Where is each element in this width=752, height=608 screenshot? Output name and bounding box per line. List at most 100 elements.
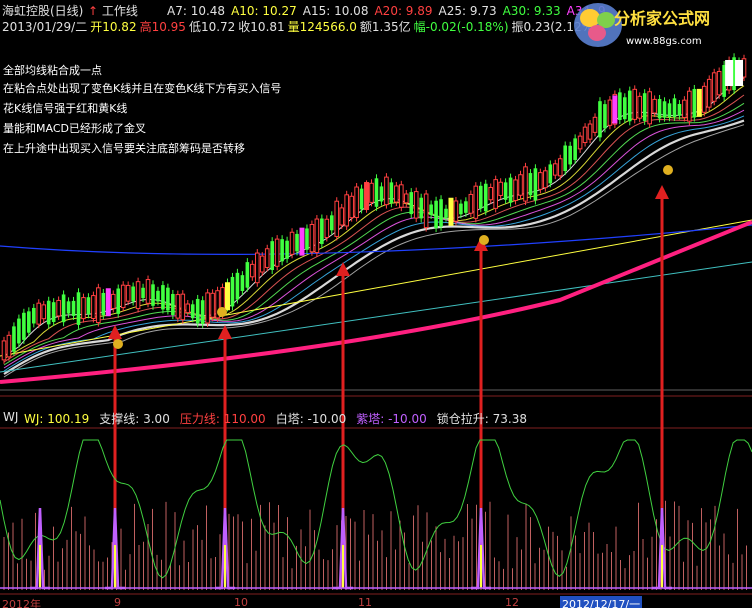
candle-body <box>657 98 662 119</box>
info-value-2: 高10.95 <box>139 20 186 34</box>
candle-body <box>280 239 284 262</box>
candle-body <box>374 178 379 207</box>
candle-body <box>508 177 513 203</box>
candle-body <box>394 185 399 203</box>
candle-body <box>582 126 588 144</box>
candle-body <box>27 311 31 333</box>
candle-body <box>488 187 494 201</box>
candle-body <box>175 294 181 319</box>
candle-body <box>320 218 324 244</box>
candle-body <box>190 304 195 319</box>
indicator-name: WJ <box>3 410 19 424</box>
candle-body <box>687 90 692 122</box>
candle-body <box>76 292 81 325</box>
candle-body <box>210 292 215 318</box>
candle-body <box>548 164 553 184</box>
candle-body <box>513 179 518 201</box>
candle-body <box>672 98 677 117</box>
candle-body <box>557 158 563 177</box>
site-logo: 分析家公式网 www.88gs.com <box>560 0 752 56</box>
candle-body <box>682 99 687 118</box>
candle-body <box>459 203 463 215</box>
signal-candle <box>224 282 230 311</box>
ma-value-5: A30: 9.33 <box>502 4 561 18</box>
ma-value-1: A10: 10.27 <box>231 4 297 18</box>
candle-body <box>339 207 345 226</box>
candle-body <box>598 101 602 138</box>
candle-body <box>161 285 165 310</box>
candle-body <box>116 288 121 314</box>
candle-body <box>145 279 151 304</box>
note-5: 在上升途中出现买入信号要关注底部筹码是否转移 <box>3 142 245 155</box>
candle-body <box>156 290 160 302</box>
candle-body <box>245 262 250 288</box>
candle-body <box>692 88 697 118</box>
candle-body <box>498 181 503 196</box>
candle-body <box>543 170 548 189</box>
candle-body <box>12 326 16 352</box>
candle-body <box>528 173 533 196</box>
info-value-7: 幅-0.02(-0.18%) <box>413 20 509 34</box>
signal-candle <box>299 227 305 256</box>
indicator-values-row: WJ: 100.19 支撑线: 3.00 压力线: 110.00 白塔: -10.00… <box>24 410 537 427</box>
candle-body <box>523 166 528 202</box>
svg-text:分析家公式网: 分析家公式网 <box>614 9 710 28</box>
info-value-3: 低10.72 <box>188 20 236 34</box>
candle-body <box>647 91 652 125</box>
info-value-6: 额1.35亿 <box>359 20 411 34</box>
candle-body <box>344 194 349 227</box>
candle-body <box>632 88 638 120</box>
candle-body <box>6 334 12 358</box>
candle-body <box>623 97 627 120</box>
candle-body <box>603 104 607 129</box>
info-value-1: 开10.82 <box>90 20 137 34</box>
candle-body <box>667 103 672 118</box>
info-value-0: 2013/01/29/二 <box>2 20 88 34</box>
candle-body <box>274 238 280 267</box>
candle-body <box>185 303 191 314</box>
candle-body <box>413 191 419 219</box>
price-info-row: 2013/01/29/二 开10.82 高10.95 低10.72 收10.81 量124… <box>2 20 601 34</box>
candle-body <box>324 218 330 239</box>
candle-body <box>61 294 66 323</box>
candle-body <box>552 163 558 176</box>
candle-body <box>716 71 722 96</box>
info-value-4: 收10.81 <box>238 20 285 34</box>
candle-body <box>637 95 643 119</box>
candle-body <box>662 101 667 118</box>
signal-candle <box>364 182 370 211</box>
buy-marker-icon <box>663 165 673 175</box>
candle-body <box>577 135 583 150</box>
candle-body <box>518 174 523 196</box>
candle-body <box>110 293 116 309</box>
ma-value-4: A25: 9.73 <box>438 4 497 18</box>
candle-body <box>131 286 135 302</box>
indicator-value-5: 锁仓拉升: 73.38 <box>436 412 527 426</box>
candle-body <box>101 292 106 316</box>
candle-body <box>166 287 170 311</box>
candle-body <box>563 145 568 172</box>
candle-body <box>46 300 51 325</box>
candle-body <box>389 182 394 204</box>
candle-body <box>305 228 309 250</box>
candle-body <box>180 293 186 321</box>
candle-body <box>369 182 374 203</box>
candle-body <box>349 195 354 219</box>
long-ma-cyan <box>0 261 752 373</box>
candle-body <box>399 184 404 208</box>
candle-body <box>96 287 101 324</box>
candle-body <box>592 116 598 133</box>
x-label-3: 11 <box>358 596 372 608</box>
note-3: 花K线信号强于红和黄K线 <box>3 102 128 115</box>
candle-body <box>478 185 483 209</box>
candle-body <box>86 297 91 315</box>
candle-body <box>295 233 299 252</box>
buy-marker-icon <box>113 339 123 349</box>
candle-body <box>205 292 210 324</box>
ma-value-0: A7: 10.48 <box>167 4 226 18</box>
candle-body <box>36 302 42 325</box>
candle-body <box>314 218 320 254</box>
candle-body <box>607 99 613 126</box>
candle-body <box>444 208 448 218</box>
stock-title: 海虹控股(日线) <box>2 4 84 18</box>
